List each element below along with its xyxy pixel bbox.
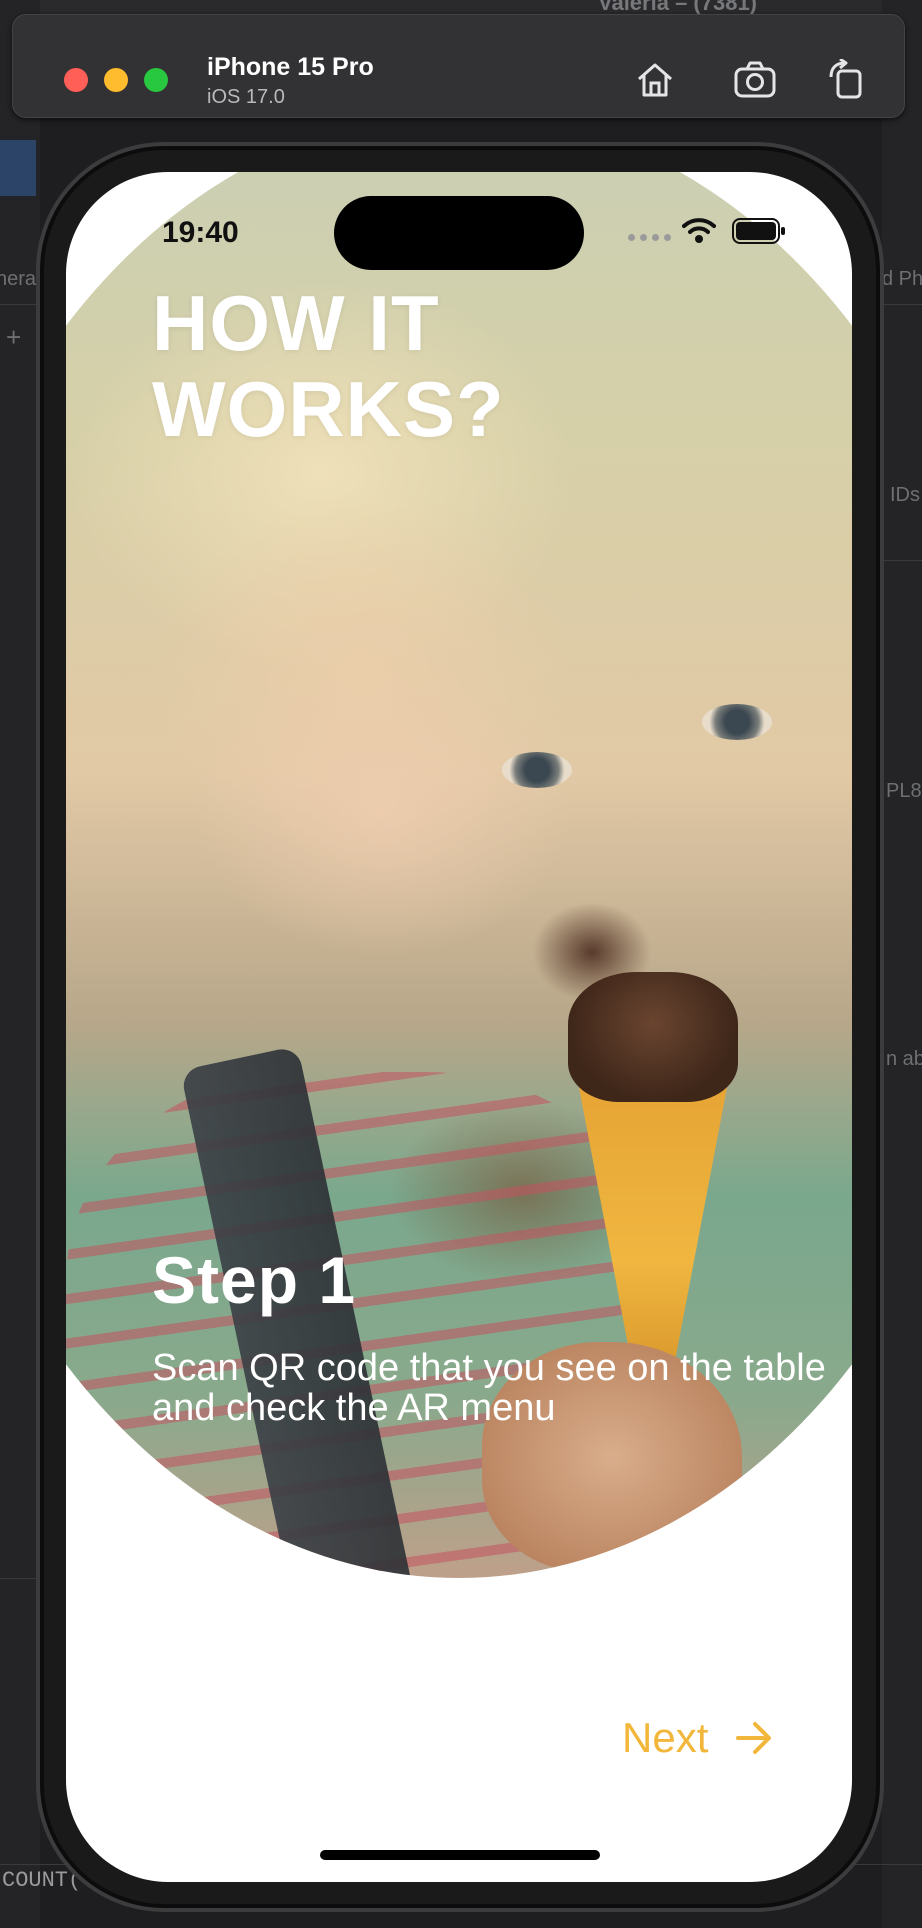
ide-right-label: IDs: [890, 484, 920, 506]
ide-add-button[interactable]: +: [6, 322, 21, 353]
ide-top-bar: Valeria – (7381): [0, 0, 922, 15]
home-button[interactable]: [633, 59, 677, 99]
ide-selected-tab: [0, 140, 36, 196]
ide-right-label: n ab: [886, 1048, 922, 1070]
phone-screen: 19:40 HOW IT WORKS? Step 1 Scan QR code …: [66, 172, 852, 1882]
eye: [502, 752, 572, 788]
step-description: Scan QR code that you see on the table a…: [152, 1347, 826, 1429]
divider: [882, 304, 922, 305]
next-label: Next: [622, 1714, 709, 1761]
rotate-button[interactable]: [825, 57, 869, 99]
ide-left-label: nera: [0, 268, 37, 290]
close-window-button[interactable]: [64, 68, 88, 92]
page-title: HOW IT WORKS?: [152, 279, 505, 453]
os-version: iOS 17.0: [207, 86, 285, 108]
divider: [0, 304, 40, 305]
ide-right-label: d Ph: [882, 268, 922, 290]
arrow-right-icon: [736, 1722, 772, 1754]
divider: [882, 560, 922, 561]
screenshot-button[interactable]: [733, 59, 777, 99]
dynamic-island: [334, 196, 584, 270]
rotate-icon: [829, 57, 862, 99]
next-button[interactable]: Next: [622, 1708, 772, 1768]
step-title: Step 1: [152, 1243, 357, 1317]
status-time: 19:40: [162, 216, 239, 249]
wifi-icon: [682, 218, 716, 243]
screenshot-icon: [734, 61, 776, 98]
battery-icon: [732, 218, 785, 244]
eye: [702, 704, 772, 740]
home-icon: [638, 63, 672, 97]
simulator-title-bar: iPhone 15 Pro iOS 17.0: [12, 14, 905, 118]
chocolate-mouth: [532, 902, 652, 1002]
ide-right-label: PL8: [886, 780, 922, 802]
device-name: iPhone 15 Pro: [207, 53, 374, 81]
divider: [0, 1578, 40, 1579]
signal-icon: [628, 234, 672, 242]
zoom-window-button[interactable]: [144, 68, 168, 92]
home-indicator[interactable]: [320, 1850, 600, 1860]
minimize-window-button[interactable]: [104, 68, 128, 92]
